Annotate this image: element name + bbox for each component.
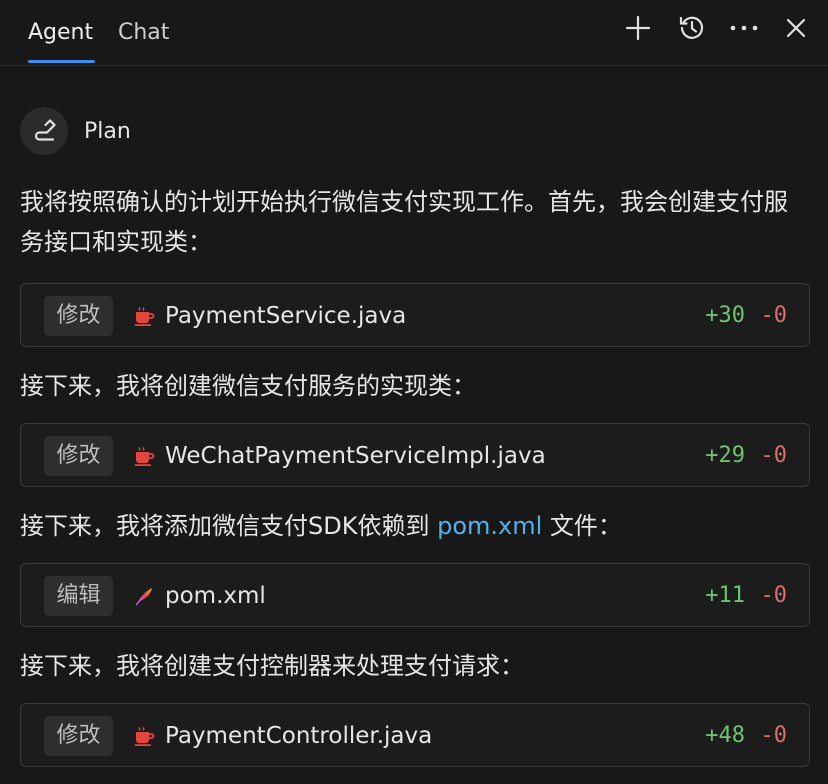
lines-added: +30 [705,303,745,328]
change-action-badge: 修改 [44,296,113,336]
more-icon [730,25,758,31]
assistant-message: 接下来，我将添加微信支付SDK依赖到 pom.xml 文件： [20,506,810,546]
tab-agent[interactable]: Agent [28,18,93,48]
message-text: 接下来，我将添加微信支付SDK依赖到 [20,512,438,540]
assistant-message: 我将按照确认的计划开始执行微信支付实现工作。首先，我会创建支付服务接口和实现类： [20,188,788,256]
file-name: pom.xml [165,583,266,609]
file-change-card[interactable]: 修改 WeChatPaymentServiceImpl.java +29 -0 [20,423,810,487]
assistant-message: 接下来，我将创建支付控制器来处理支付请求： [20,652,524,680]
lines-removed: -0 [760,443,788,468]
file-change-card[interactable]: 修改 PaymentService.java +30 -0 [20,283,810,347]
close-icon [786,18,806,38]
change-action-badge: 修改 [44,436,113,476]
file-change-card[interactable]: 编辑 pom.xml +11 -0 [20,563,810,627]
lines-removed: -0 [760,723,788,748]
tab-chat[interactable]: Chat [118,18,169,48]
lines-added: +11 [705,583,745,608]
lines-added: +29 [705,443,745,468]
file-name: PaymentController.java [165,723,433,749]
history-icon [679,16,704,39]
new-chat-button[interactable] [620,12,656,44]
plus-icon [625,15,651,41]
xml-feather-icon [133,585,155,607]
message-text: 文件： [542,512,622,540]
mode-avatar [20,107,68,155]
change-action-badge: 编辑 [44,576,113,616]
route-icon [34,119,56,141]
lines-removed: -0 [760,583,788,608]
file-name: WeChatPaymentServiceImpl.java [165,443,546,469]
history-button[interactable] [674,12,710,44]
file-name: PaymentService.java [165,303,407,329]
mode-label: Plan [84,119,131,144]
java-icon [133,725,155,747]
lines-added: +48 [705,723,745,748]
assistant-message: 接下来，我将创建微信支付服务的实现类： [20,372,476,400]
change-action-badge: 修改 [44,716,113,756]
java-icon [133,305,155,327]
more-options-button[interactable] [726,12,762,44]
java-icon [133,445,155,467]
file-change-card[interactable]: 修改 PaymentController.java +48 -0 [20,703,810,767]
active-tab-indicator [28,60,95,63]
close-panel-button[interactable] [778,12,814,44]
file-link-pom[interactable]: pom.xml [437,512,542,540]
lines-removed: -0 [760,303,788,328]
agent-panel: Agent Chat Plan 我将按照确认的计划开始执行微信支付实现工作。首先… [0,0,828,784]
panel-header: Agent Chat [0,0,828,66]
